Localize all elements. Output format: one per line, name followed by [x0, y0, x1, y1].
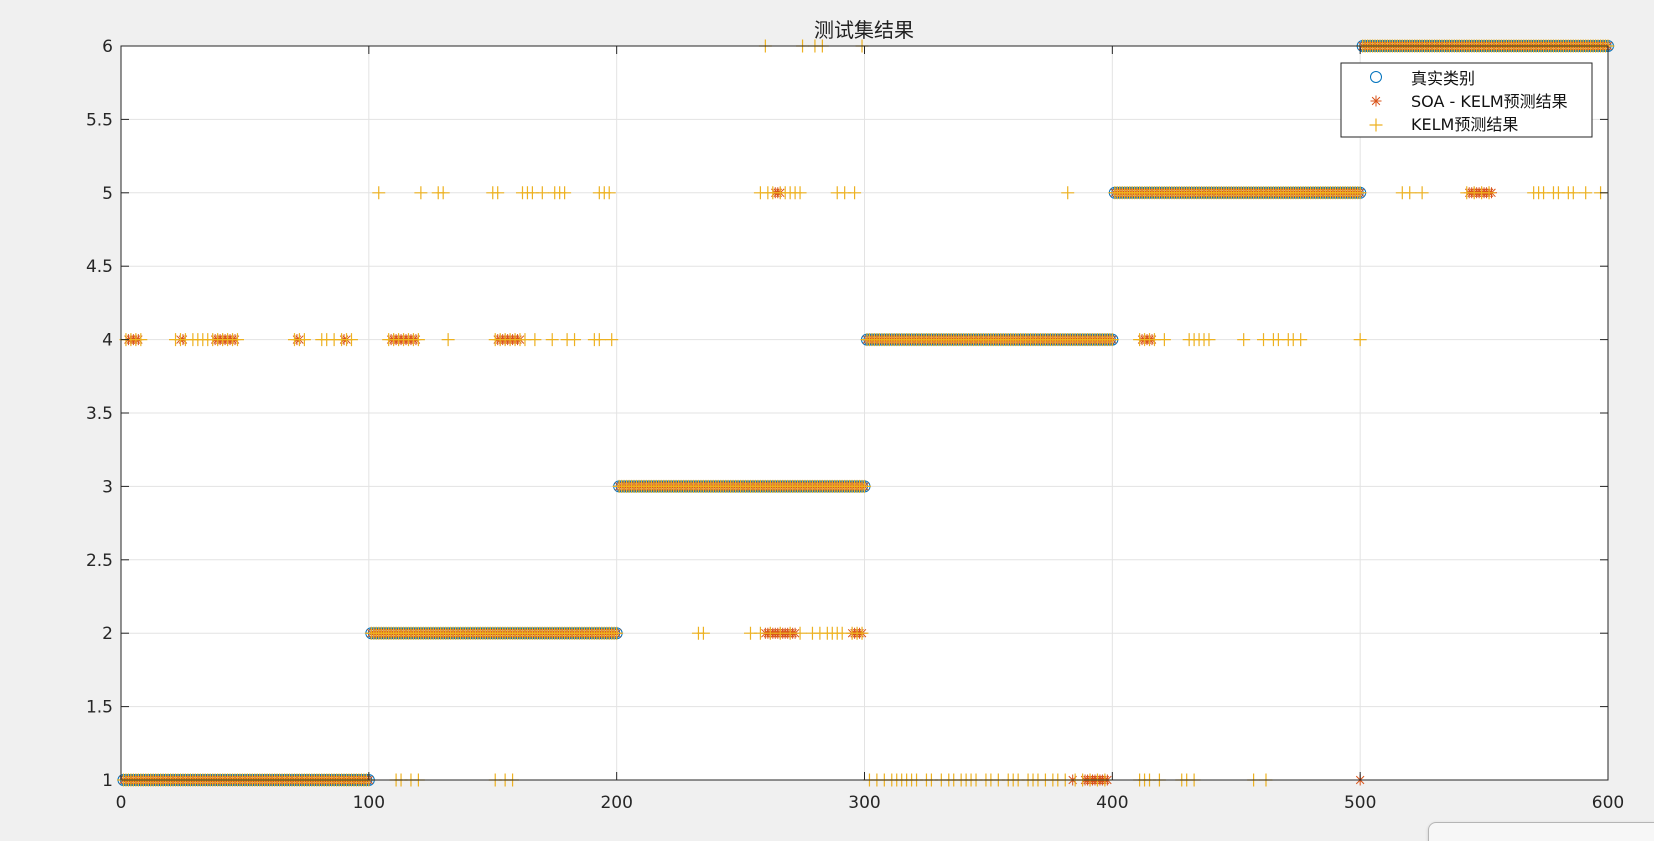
x-tick-label: 500 [1344, 793, 1376, 813]
x-tick-label: 100 [353, 793, 385, 813]
y-tick-label: 5.5 [86, 110, 113, 130]
y-tick-label: 4 [102, 331, 113, 351]
scatter-chart: 0 100 200 300 400 500 600 1 1.5 2 2.5 3 3.5 4 4.5 5 5.5 6… [86, 18, 1624, 813]
axes-toolbar[interactable] [1428, 822, 1654, 841]
x-tick-label: 300 [848, 793, 880, 813]
y-tick-label: 1 [102, 771, 113, 791]
y-tick-label: 2.5 [86, 551, 113, 571]
figure-window: 0 100 200 300 400 500 600 1 1.5 2 2.5 3 3.5 4 4.5 5 5.5 6… [0, 0, 1654, 841]
x-tick-label: 0 [116, 793, 127, 813]
y-tick-label: 2 [102, 624, 113, 644]
legend-marker-asterisk [1370, 95, 1382, 107]
legend-label-kelm: KELM预测结果 [1411, 115, 1518, 134]
legend-label-soa-kelm: SOA - KELM预测结果 [1411, 92, 1568, 111]
chart-title: 测试集结果 [814, 18, 914, 42]
y-tick-label: 1.5 [86, 698, 113, 718]
legend[interactable]: 真实类别 SOA - KELM预测结果 KELM预测结果 [1340, 62, 1593, 138]
x-tick-label: 600 [1592, 793, 1624, 813]
y-tick-label: 3 [102, 477, 113, 497]
y-tick-label: 6 [102, 37, 113, 57]
legend-marker-soa-kelm [1370, 95, 1382, 107]
y-tick-label: 3.5 [86, 404, 113, 424]
y-tick-label: 4.5 [86, 257, 113, 277]
legend-label-true-class: 真实类别 [1411, 69, 1475, 88]
x-tick-label: 200 [600, 793, 632, 813]
y-tick-label: 5 [102, 184, 113, 204]
x-tick-label: 400 [1096, 793, 1128, 813]
